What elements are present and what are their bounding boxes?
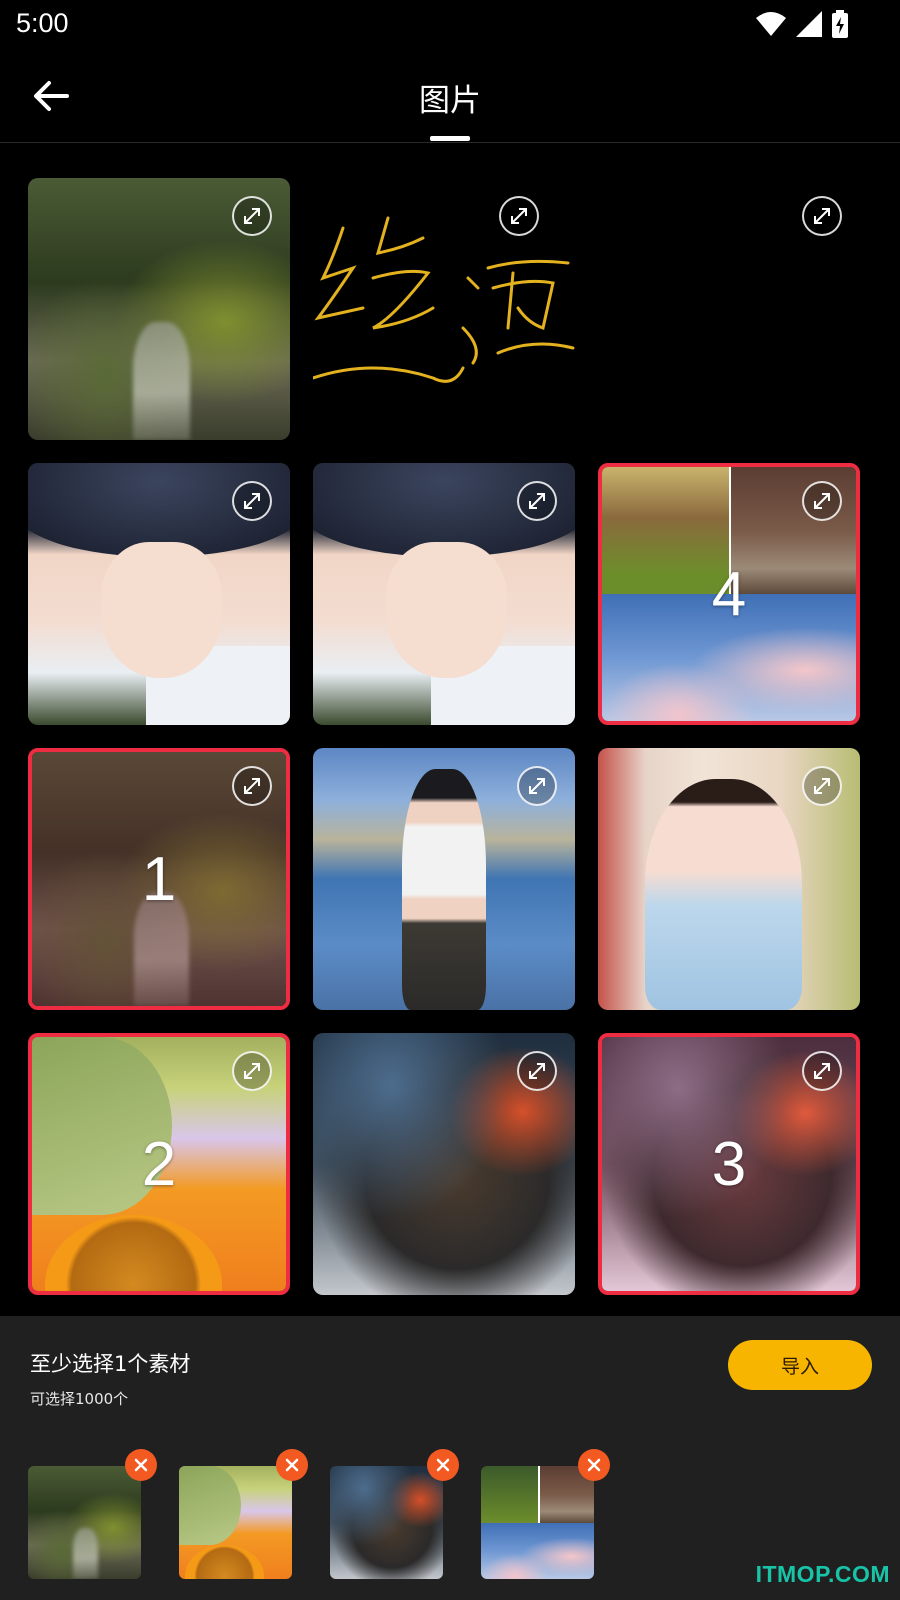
expand-button[interactable] (232, 481, 272, 521)
media-tile-portrait-2[interactable] (313, 463, 575, 725)
expand-button[interactable] (802, 1051, 842, 1091)
expand-icon (529, 1063, 545, 1079)
expand-button[interactable] (517, 1051, 557, 1091)
remove-button[interactable] (578, 1449, 610, 1481)
signal-icon (796, 11, 822, 37)
expand-icon (529, 493, 545, 509)
media-grid: 4 1 2 3 (0, 143, 900, 1316)
expand-button[interactable] (802, 766, 842, 806)
media-tile-collage-selected[interactable]: 4 (598, 463, 860, 725)
tab-pictures[interactable]: 图片 (0, 75, 900, 120)
expand-icon (244, 1063, 260, 1079)
close-icon (285, 1458, 299, 1472)
expand-button[interactable] (232, 766, 272, 806)
wifi-icon (756, 12, 786, 36)
close-icon (587, 1458, 601, 1472)
expand-icon (814, 208, 830, 224)
selected-thumb-planet[interactable] (330, 1466, 443, 1579)
media-tile-lake-girl[interactable] (313, 748, 575, 1010)
expand-icon (814, 1063, 830, 1079)
status-time: 5:00 (16, 8, 69, 38)
expand-icon (529, 778, 545, 794)
expand-icon (244, 778, 260, 794)
selection-limit: 可选择1000个 (30, 1390, 129, 1408)
expand-button[interactable] (517, 481, 557, 521)
import-button[interactable]: 导入 (728, 1340, 872, 1390)
expand-icon (244, 208, 260, 224)
selection-hint: 至少选择1个素材 (30, 1352, 191, 1376)
media-tile-planet[interactable] (313, 1033, 575, 1295)
remove-button[interactable] (427, 1449, 459, 1481)
watermark: ITMOP.COM (755, 1561, 890, 1587)
close-icon (134, 1458, 148, 1472)
expand-button[interactable] (802, 481, 842, 521)
expand-button[interactable] (517, 766, 557, 806)
media-tile-planet-selected[interactable]: 3 (598, 1033, 860, 1295)
expand-button[interactable] (802, 196, 842, 236)
media-tile-cafe-girl[interactable] (598, 748, 860, 1010)
tab-underline (430, 136, 470, 141)
remove-button[interactable] (276, 1449, 308, 1481)
status-icons (756, 10, 848, 38)
selected-thumb-sunflower[interactable] (179, 1466, 292, 1579)
media-tile-forest[interactable] (28, 178, 290, 440)
selection-panel: 至少选择1个素材 可选择1000个 导入 ITMOP.COM (0, 1316, 900, 1600)
close-icon (436, 1458, 450, 1472)
status-bar: 5:00 (0, 0, 900, 50)
expand-icon (511, 208, 527, 224)
expand-icon (244, 493, 260, 509)
expand-icon (814, 778, 830, 794)
media-tile-sunflower-selected[interactable]: 2 (28, 1033, 290, 1295)
expand-button[interactable] (232, 196, 272, 236)
expand-button[interactable] (499, 196, 539, 236)
media-tile-portrait-1[interactable] (28, 463, 290, 725)
media-tile-blank[interactable] (598, 178, 860, 440)
expand-icon (814, 493, 830, 509)
selected-thumb-forest[interactable] (28, 1466, 141, 1579)
header: 图片 (0, 55, 900, 143)
remove-button[interactable] (125, 1449, 157, 1481)
media-tile-handwriting[interactable] (311, 178, 575, 440)
selected-thumb-collage[interactable] (481, 1466, 594, 1579)
expand-button[interactable] (232, 1051, 272, 1091)
media-tile-forest-selected[interactable]: 1 (28, 748, 290, 1010)
battery-icon (832, 10, 848, 38)
